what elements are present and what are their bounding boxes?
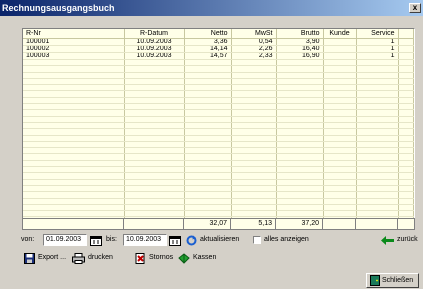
- export-button[interactable]: Export ...: [24, 252, 66, 264]
- kassen-label: Kassen: [193, 254, 217, 261]
- cell-filler: [398, 38, 414, 46]
- invoice-grid[interactable]: R-Nr R-Datum Netto MwSt Brutto Kunde Ser…: [22, 28, 415, 229]
- total-rdatum: [123, 218, 184, 230]
- total-rnr: [22, 218, 124, 230]
- cell-rdatum: 10.09.2003: [124, 45, 185, 53]
- calendar-icon[interactable]: [90, 235, 102, 246]
- disk-icon: [24, 252, 35, 264]
- cell-filler: [398, 45, 414, 53]
- from-date-input[interactable]: 01.09.2003: [43, 234, 87, 246]
- print-label: drucken: [88, 254, 113, 261]
- column-header-rdatum[interactable]: R-Datum: [124, 29, 185, 39]
- refresh-label: aktualisieren: [200, 236, 240, 243]
- cell-brutto: 3,90: [276, 38, 324, 46]
- back-label: zurück: [397, 236, 418, 243]
- window-titlebar: Rechnungsausgangsbuch x: [0, 0, 423, 16]
- cell-rnr: 100003: [23, 52, 125, 60]
- column-header-netto[interactable]: Netto: [184, 29, 232, 39]
- cell-rnr: 100002: [23, 45, 125, 53]
- column-header-filler: [398, 29, 414, 39]
- table-row[interactable]: 100002 10.09.2003 14,14 2,26 16,40 1: [23, 45, 414, 53]
- cell-kunde: [323, 52, 357, 60]
- close-label: Schließen: [382, 277, 414, 284]
- arrow-left-icon: [381, 235, 394, 245]
- table-row[interactable]: 100003 10.09.2003 14,57 2,33 16,90 1: [23, 52, 414, 60]
- kassen-button[interactable]: Kassen: [178, 252, 216, 264]
- cell-kunde: [323, 45, 357, 53]
- cell-mwst: 0,54: [231, 38, 277, 46]
- cell-service: 1: [356, 38, 399, 46]
- checkbox-box[interactable]: [253, 236, 261, 244]
- cash-register-icon: [178, 252, 190, 264]
- table-row[interactable]: 100001 10.09.2003 3,36 0,54 3,90 1: [23, 38, 414, 46]
- cell-brutto: 16,40: [276, 45, 324, 53]
- filter-bar: von: 01.09.2003 bis: 10.09.2003 aktualis…: [0, 233, 423, 247]
- window-title: Rechnungsausgangsbuch: [2, 3, 115, 13]
- back-button[interactable]: zurück: [381, 234, 418, 246]
- cell-service: 1: [356, 52, 399, 60]
- refresh-icon: [186, 235, 197, 246]
- cell-rdatum: 10.09.2003: [124, 38, 185, 46]
- print-button[interactable]: drucken: [72, 252, 113, 264]
- total-mwst: 5,13: [230, 218, 276, 230]
- door-icon: [370, 275, 380, 286]
- export-label: Export ...: [38, 254, 67, 261]
- cell-brutto: 16,90: [276, 52, 324, 60]
- from-label: von:: [21, 236, 35, 243]
- column-header-mwst[interactable]: MwSt: [231, 29, 277, 39]
- column-header-rnr[interactable]: R-Nr: [23, 29, 125, 39]
- cell-service: 1: [356, 45, 399, 53]
- total-filler: [397, 218, 415, 230]
- refresh-button[interactable]: aktualisieren: [186, 234, 239, 246]
- total-brutto: 37,20: [275, 218, 323, 230]
- printer-icon: [72, 252, 85, 264]
- cell-rdatum: 10.09.2003: [124, 52, 185, 60]
- to-label: bis:: [106, 236, 117, 243]
- cell-kunde: [323, 38, 357, 46]
- cell-mwst: 2,26: [231, 45, 277, 53]
- storno-label: Stornos: [149, 254, 174, 261]
- grid-header-row: R-Nr R-Datum Netto MwSt Brutto Kunde Ser…: [23, 29, 414, 39]
- totals-row: 32,07 5,13 37,20: [22, 218, 415, 230]
- column-header-service[interactable]: Service: [356, 29, 399, 39]
- show-all-checkbox[interactable]: alles anzeigen: [253, 234, 309, 246]
- storno-icon: [135, 252, 146, 264]
- total-service: [355, 218, 398, 230]
- column-header-kunde[interactable]: Kunde: [323, 29, 357, 39]
- total-kunde: [322, 218, 356, 230]
- cell-netto: 14,57: [184, 52, 232, 60]
- column-header-brutto[interactable]: Brutto: [276, 29, 324, 39]
- cell-filler: [398, 52, 414, 60]
- storno-button[interactable]: Stornos: [135, 252, 173, 264]
- cell-rnr: 100001: [23, 38, 125, 46]
- cell-mwst: 2,33: [231, 52, 277, 60]
- calendar-icon[interactable]: [169, 235, 181, 246]
- cell-netto: 14,14: [184, 45, 232, 53]
- show-all-label: alles anzeigen: [264, 236, 309, 243]
- cell-netto: 3,36: [184, 38, 232, 46]
- action-bar: Export ... drucken Stornos Kassen: [0, 252, 423, 266]
- close-button[interactable]: Schließen: [366, 273, 419, 288]
- window-close-button[interactable]: x: [409, 3, 421, 13]
- total-netto: 32,07: [183, 218, 231, 230]
- to-date-input[interactable]: 10.09.2003: [123, 234, 167, 246]
